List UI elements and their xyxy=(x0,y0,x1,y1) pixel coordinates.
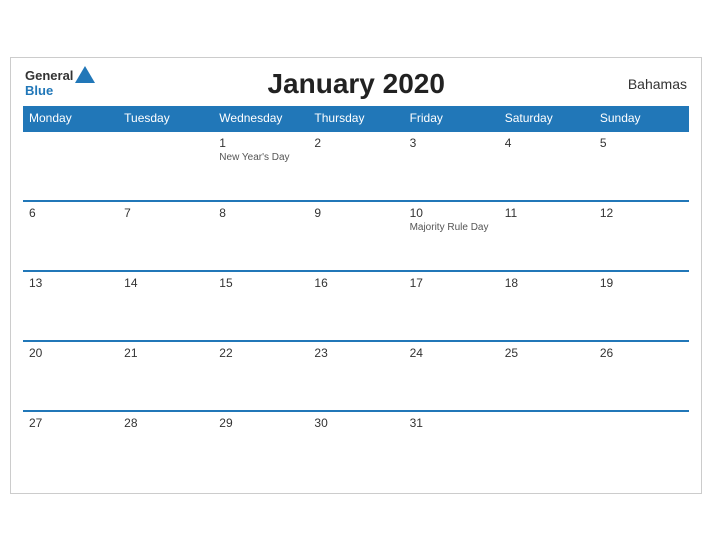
calendar-day-cell: 30 xyxy=(308,411,403,481)
calendar-day-cell: 21 xyxy=(118,341,213,411)
day-number: 17 xyxy=(410,276,493,290)
day-number: 23 xyxy=(314,346,397,360)
calendar-day-cell: 7 xyxy=(118,201,213,271)
calendar-day-cell: 29 xyxy=(213,411,308,481)
weekday-header: Wednesday xyxy=(213,106,308,131)
day-number: 31 xyxy=(410,416,493,430)
day-number: 4 xyxy=(505,136,588,150)
calendar-day-cell: 17 xyxy=(404,271,499,341)
calendar-day-cell xyxy=(118,131,213,201)
calendar-day-cell: 9 xyxy=(308,201,403,271)
day-number: 24 xyxy=(410,346,493,360)
calendar-week-row: 20 21 22 23 24 25 26 xyxy=(23,341,689,411)
calendar-day-cell: 5 xyxy=(594,131,689,201)
logo-blue: Blue xyxy=(25,84,53,98)
calendar-header-row: MondayTuesdayWednesdayThursdayFridaySatu… xyxy=(23,106,689,131)
calendar-day-cell: 13 xyxy=(23,271,118,341)
day-event: Majority Rule Day xyxy=(410,222,493,233)
weekday-header: Thursday xyxy=(308,106,403,131)
weekday-header: Monday xyxy=(23,106,118,131)
calendar-day-cell: 23 xyxy=(308,341,403,411)
day-number: 9 xyxy=(314,206,397,220)
calendar-day-cell: 25 xyxy=(499,341,594,411)
calendar-day-cell: 1 New Year's Day xyxy=(213,131,308,201)
calendar-day-cell: 16 xyxy=(308,271,403,341)
day-number: 15 xyxy=(219,276,302,290)
day-number: 10 xyxy=(410,206,493,220)
day-number: 27 xyxy=(29,416,112,430)
day-number: 19 xyxy=(600,276,683,290)
day-number: 16 xyxy=(314,276,397,290)
day-number: 2 xyxy=(314,136,397,150)
calendar-week-row: 27 28 29 30 31 xyxy=(23,411,689,481)
logo-triangle-icon xyxy=(75,66,95,83)
day-number: 20 xyxy=(29,346,112,360)
day-number: 22 xyxy=(219,346,302,360)
calendar-header: General Blue January 2020 Bahamas xyxy=(23,68,689,100)
calendar-day-cell: 27 xyxy=(23,411,118,481)
weekday-header: Saturday xyxy=(499,106,594,131)
calendar-day-cell: 4 xyxy=(499,131,594,201)
calendar-day-cell: 6 xyxy=(23,201,118,271)
day-number: 25 xyxy=(505,346,588,360)
calendar-day-cell xyxy=(499,411,594,481)
day-number: 11 xyxy=(505,206,588,220)
calendar-title: January 2020 xyxy=(95,68,617,100)
calendar-day-cell: 24 xyxy=(404,341,499,411)
day-number: 7 xyxy=(124,206,207,220)
calendar-day-cell: 10 Majority Rule Day xyxy=(404,201,499,271)
day-number: 5 xyxy=(600,136,683,150)
calendar-day-cell: 31 xyxy=(404,411,499,481)
day-number: 14 xyxy=(124,276,207,290)
day-number: 1 xyxy=(219,136,302,150)
calendar-container: General Blue January 2020 Bahamas Monday… xyxy=(10,57,702,494)
day-number: 6 xyxy=(29,206,112,220)
calendar-day-cell: 26 xyxy=(594,341,689,411)
day-number: 28 xyxy=(124,416,207,430)
calendar-day-cell: 18 xyxy=(499,271,594,341)
calendar-day-cell: 14 xyxy=(118,271,213,341)
calendar-day-cell: 8 xyxy=(213,201,308,271)
day-number: 12 xyxy=(600,206,683,220)
calendar-day-cell: 15 xyxy=(213,271,308,341)
weekday-header: Tuesday xyxy=(118,106,213,131)
calendar-day-cell: 22 xyxy=(213,341,308,411)
day-number: 21 xyxy=(124,346,207,360)
day-number: 8 xyxy=(219,206,302,220)
calendar-day-cell xyxy=(23,131,118,201)
calendar-country: Bahamas xyxy=(617,76,687,92)
calendar-week-row: 6789 10 Majority Rule Day 11 12 xyxy=(23,201,689,271)
logo-general: General xyxy=(25,69,73,83)
calendar-day-cell: 11 xyxy=(499,201,594,271)
day-number: 29 xyxy=(219,416,302,430)
calendar-week-row: 1 New Year's Day 2345 xyxy=(23,131,689,201)
calendar-day-cell: 19 xyxy=(594,271,689,341)
day-number: 18 xyxy=(505,276,588,290)
calendar-day-cell: 2 xyxy=(308,131,403,201)
calendar-day-cell: 28 xyxy=(118,411,213,481)
logo: General Blue xyxy=(25,69,95,98)
weekday-header: Sunday xyxy=(594,106,689,131)
calendar-day-cell: 12 xyxy=(594,201,689,271)
weekday-header: Friday xyxy=(404,106,499,131)
calendar-body: 1New Year's Day2345678910Majority Rule D… xyxy=(23,131,689,481)
calendar-day-cell xyxy=(594,411,689,481)
calendar-day-cell: 3 xyxy=(404,131,499,201)
calendar-week-row: 13 14 15 16 17 18 19 xyxy=(23,271,689,341)
day-number: 13 xyxy=(29,276,112,290)
calendar-grid: MondayTuesdayWednesdayThursdayFridaySatu… xyxy=(23,106,689,481)
day-event: New Year's Day xyxy=(219,152,302,163)
day-number: 3 xyxy=(410,136,493,150)
day-number: 26 xyxy=(600,346,683,360)
calendar-day-cell: 20 xyxy=(23,341,118,411)
day-number: 30 xyxy=(314,416,397,430)
